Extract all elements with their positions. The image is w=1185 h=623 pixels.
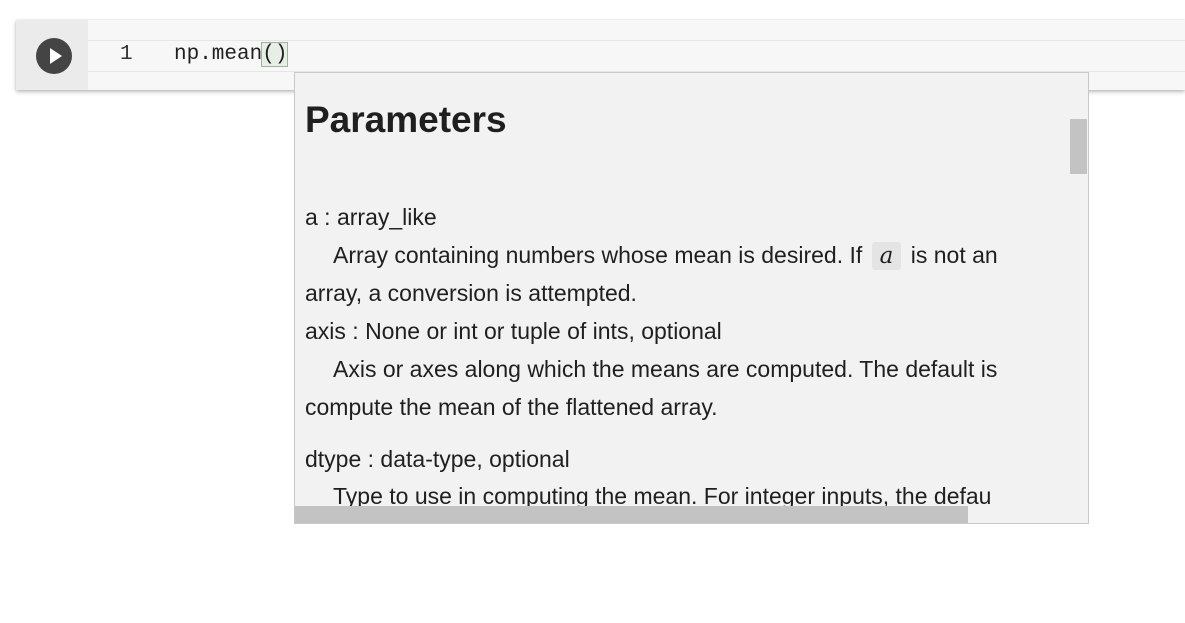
matched-parens: () <box>261 42 289 67</box>
line-number: 1 <box>120 43 133 66</box>
param-a-desc-text-2: is not an <box>910 242 998 268</box>
docstring-tooltip[interactable]: Parameters a : array_like Array containi… <box>294 72 1089 524</box>
run-cell-button[interactable] <box>36 38 72 74</box>
param-axis-description-cont: compute the mean of the flattened array. <box>305 394 718 420</box>
param-axis-description: Axis or axes along which the means are c… <box>333 356 998 382</box>
inline-code-a: a <box>871 242 902 270</box>
param-a-description-cont: array, a conversion is attempted. <box>305 280 637 306</box>
code-line[interactable]: np.mean() <box>174 42 289 67</box>
param-a-desc-text: Array containing numbers whose mean is d… <box>333 242 863 268</box>
code-editor[interactable]: 1 np.mean() <box>88 40 1185 72</box>
cell-gutter <box>16 20 88 90</box>
horizontal-scrollbar-thumb[interactable] <box>295 506 968 523</box>
parameters-heading: Parameters <box>305 99 507 140</box>
param-a-description: Array containing numbers whose mean is d… <box>305 241 998 270</box>
param-a-signature: a : array_like <box>305 204 437 230</box>
param-dtype-signature: dtype : data-type, optional <box>305 446 570 472</box>
vertical-scrollbar-thumb[interactable] <box>1070 119 1087 174</box>
play-icon <box>50 48 62 64</box>
param-axis-signature: axis : None or int or tuple of ints, opt… <box>305 318 722 344</box>
code-text: np.mean <box>174 43 263 66</box>
